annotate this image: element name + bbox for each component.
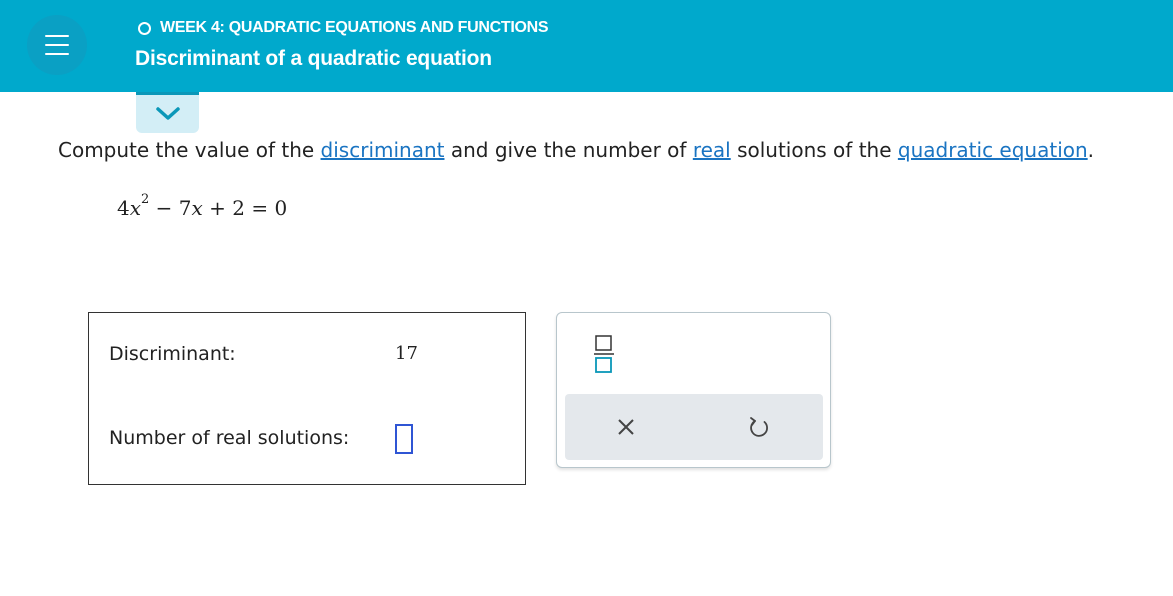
action-bar — [565, 394, 823, 460]
topic-breadcrumb: WEEK 4: QUADRATIC EQUATIONS AND FUNCTION… — [138, 19, 549, 37]
quadratic-equation: 4x2 − 7x + 2 = 0 — [117, 192, 288, 220]
link-real[interactable]: real — [693, 138, 731, 162]
eq-op: − — [155, 196, 173, 220]
eq-rhs: 0 — [274, 196, 288, 220]
problem-prompt: Compute the value of the discriminant an… — [58, 138, 1094, 162]
prompt-text: Compute the value of the — [58, 138, 321, 162]
math-tool-panel — [556, 312, 831, 468]
num-solutions-label: Number of real solutions: — [109, 427, 350, 449]
link-quadratic-equation[interactable]: quadratic equation — [898, 138, 1088, 162]
hamburger-menu-icon — [45, 44, 69, 46]
x-close-icon — [618, 419, 634, 435]
eq-constant: 2 — [232, 196, 246, 220]
undo-button[interactable] — [747, 415, 771, 439]
eq-exponent: 2 — [141, 192, 150, 208]
eq-equals: = — [251, 196, 269, 220]
hamburger-menu-icon — [45, 35, 69, 37]
discriminant-value[interactable]: 17 — [395, 343, 418, 364]
eq-op: + — [209, 196, 226, 220]
answer-box: Discriminant: 17 Number of real solution… — [88, 312, 526, 485]
eq-coef-b: 7 — [178, 196, 192, 220]
discriminant-label: Discriminant: — [109, 343, 236, 365]
undo-arrow-icon — [750, 417, 768, 437]
prompt-text: and give the number of — [444, 138, 693, 162]
chevron-down-icon — [155, 107, 180, 120]
eq-var: x — [129, 196, 142, 220]
eq-var: x — [191, 196, 203, 220]
num-solutions-input[interactable] — [395, 424, 413, 454]
page-title: Discriminant of a quadratic equation — [135, 47, 492, 70]
fraction-button[interactable] — [593, 333, 615, 375]
circle-outline-icon — [138, 21, 151, 35]
link-discriminant[interactable]: discriminant — [321, 138, 445, 162]
topic-label: WEEK 4: QUADRATIC EQUATIONS AND FUNCTION… — [160, 19, 549, 36]
eq-coef-a: 4 — [117, 196, 130, 220]
prompt-text: solutions of the — [730, 138, 898, 162]
menu-button[interactable] — [27, 15, 87, 75]
prompt-text: . — [1087, 138, 1095, 162]
clear-button[interactable] — [615, 416, 637, 438]
hamburger-menu-icon — [45, 53, 69, 55]
expand-toggle-button[interactable] — [136, 92, 199, 133]
fraction-icon — [594, 335, 614, 373]
top-header: WEEK 4: QUADRATIC EQUATIONS AND FUNCTION… — [0, 0, 1173, 92]
